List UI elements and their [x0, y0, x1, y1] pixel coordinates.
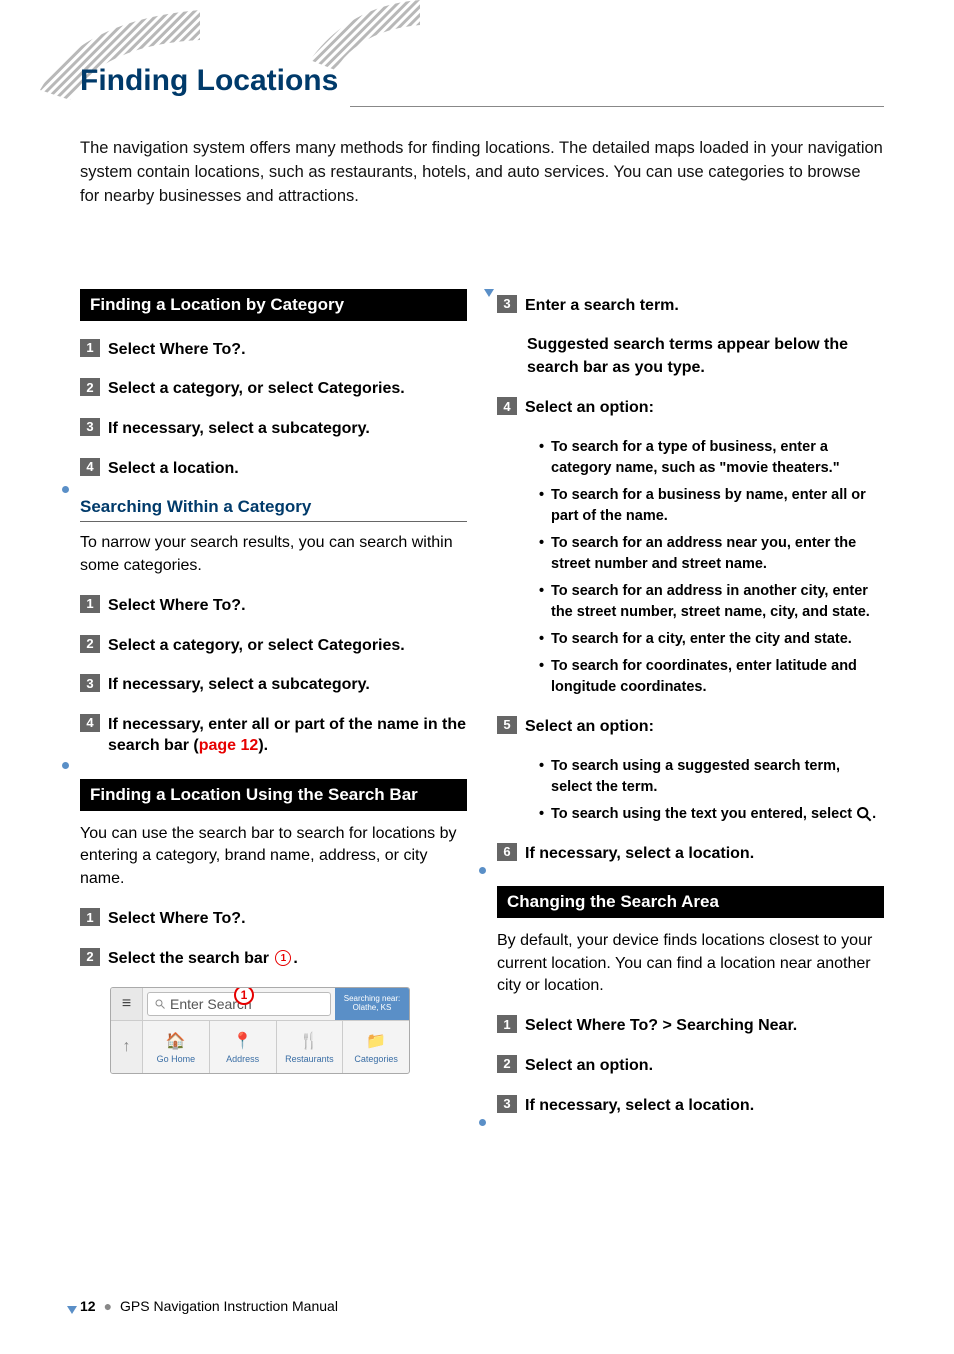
step-number: 6 [497, 843, 517, 861]
shortcut-categories: 📁Categories [343, 1021, 409, 1073]
step-number: 2 [80, 948, 100, 966]
section-heading-category: Finding a Location by Category [80, 289, 467, 321]
menu-icon: ≡ [111, 988, 143, 1020]
step-number: 2 [80, 378, 100, 396]
step-text: Select Where To?. [108, 908, 246, 930]
shortcut-restaurants: 🍴Restaurants [277, 1021, 344, 1073]
shortcut-go-home: 🏠Go Home [143, 1021, 210, 1073]
step-text: Select a category, or select Categories. [108, 635, 405, 657]
step-text: If necessary, select a subcategory. [108, 674, 370, 696]
step-text: Select Where To? > Searching Near. [525, 1015, 797, 1037]
timeline-arrow [67, 1306, 77, 1314]
restaurant-icon: 🍴 [298, 1030, 320, 1052]
callout-ref-1: 1 [275, 950, 291, 966]
page-footer: 12 ● GPS Navigation Instruction Manual [80, 1298, 338, 1314]
step-number: 4 [80, 714, 100, 732]
step-text: If necessary, select a location. [525, 1095, 754, 1117]
back-icon: ↑ [111, 1021, 143, 1073]
step-number: 4 [80, 458, 100, 476]
step-number: 3 [497, 295, 517, 313]
step-number: 4 [497, 397, 517, 415]
home-icon: 🏠 [165, 1030, 187, 1052]
step-number: 2 [80, 635, 100, 653]
step-text: If necessary, select a subcategory. [108, 418, 370, 440]
step-number: 1 [80, 595, 100, 613]
step-number: 3 [497, 1095, 517, 1113]
step-number: 3 [80, 674, 100, 692]
step-text: Select an option: [525, 716, 654, 738]
step-number: 2 [497, 1055, 517, 1073]
title-rule [350, 106, 884, 107]
list-item: To search for an address near you, enter… [539, 533, 884, 575]
step-text: Select Where To?. [108, 339, 246, 361]
step-text: Select a category, or select Categories. [108, 378, 405, 400]
intro-text: The navigation system offers many method… [80, 137, 884, 209]
chapter-title: Finding Locations [80, 64, 884, 98]
step-number: 1 [80, 908, 100, 926]
body-text: You can use the search bar to search for… [80, 823, 467, 890]
list-item: To search using the text you entered, se… [539, 804, 884, 825]
option-list: To search using a suggested search term,… [539, 756, 884, 825]
step-text: Select an option. [525, 1055, 653, 1077]
timeline-dot [62, 486, 69, 493]
step-text: Select the search bar 1. [108, 948, 298, 970]
body-text: To narrow your search results, you can s… [80, 532, 467, 577]
subsection-heading: Searching Within a Category [80, 497, 467, 522]
step-text: Select a location. [108, 458, 239, 480]
step-number: 1 [80, 339, 100, 357]
page-number: 12 [80, 1298, 96, 1314]
step-number: 1 [497, 1015, 517, 1033]
timeline-arrow [484, 289, 494, 297]
step-body: Suggested search terms appear below the … [527, 334, 884, 379]
shortcut-address: 📍Address [210, 1021, 277, 1073]
search-bar: Enter Search 1 [147, 992, 331, 1016]
address-icon: 📍 [232, 1030, 254, 1052]
device-screenshot: ≡ Enter Search 1 Searching near:Olathe, … [110, 987, 410, 1074]
categories-icon: 📁 [365, 1030, 387, 1052]
step-text: Enter a search term. [525, 295, 679, 317]
section-heading-search-area: Changing the Search Area [497, 886, 884, 918]
list-item: To search for coordinates, enter latitud… [539, 656, 884, 698]
timeline-dot [479, 867, 486, 874]
option-list: To search for a type of business, enter … [539, 437, 884, 698]
body-text: By default, your device finds locations … [497, 930, 884, 997]
magnify-icon [154, 998, 166, 1010]
timeline-dot [479, 1119, 486, 1126]
list-item: To search for a city, enter the city and… [539, 629, 884, 650]
step-text: If necessary, enter all or part of the n… [108, 714, 467, 757]
section-heading-searchbar: Finding a Location Using the Search Bar [80, 779, 467, 811]
step-number: 5 [497, 716, 517, 734]
timeline-dot [62, 762, 69, 769]
searching-near-badge: Searching near:Olathe, KS [335, 988, 409, 1020]
manual-title: GPS Navigation Instruction Manual [120, 1298, 338, 1314]
list-item: To search using a suggested search term,… [539, 756, 884, 798]
footer-bullet: ● [104, 1298, 112, 1314]
step-number: 3 [80, 418, 100, 436]
list-item: To search for an address in another city… [539, 581, 884, 623]
search-icon [856, 806, 872, 822]
step-text: Select an option: [525, 397, 654, 419]
step-text: If necessary, select a location. [525, 843, 754, 865]
step-text: Select Where To?. [108, 595, 246, 617]
list-item: To search for a type of business, enter … [539, 437, 884, 479]
page-link[interactable]: page 12 [199, 737, 259, 754]
list-item: To search for a business by name, enter … [539, 485, 884, 527]
